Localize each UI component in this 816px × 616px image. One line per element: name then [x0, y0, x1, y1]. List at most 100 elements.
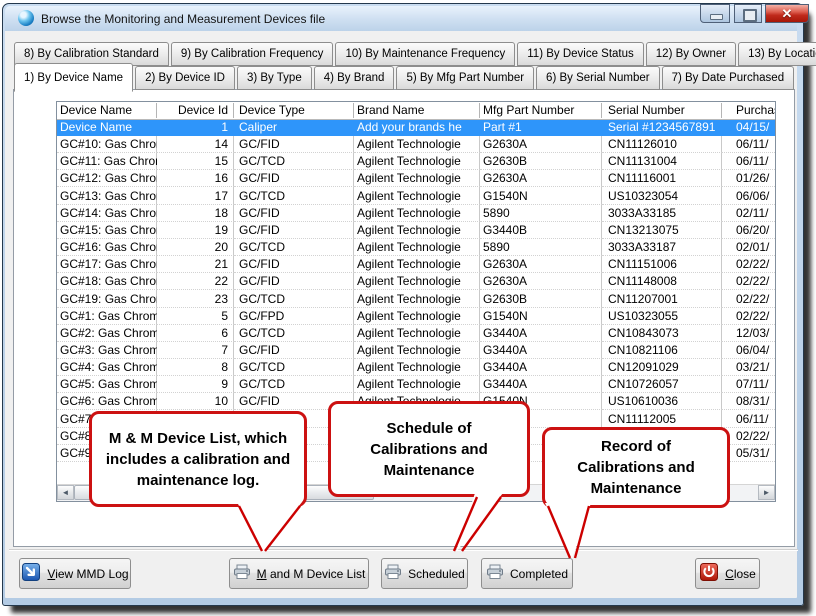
tab-6-by-serial-number[interactable]: 6) By Serial Number [536, 66, 660, 90]
table-cell: GC#2: Gas Chromat [57, 325, 157, 342]
tab-9-by-calibration-frequency[interactable]: 9) By Calibration Frequency [171, 42, 334, 66]
maximize-button[interactable] [734, 4, 762, 23]
tab-1-by-device-name[interactable]: 1) By Device Name [14, 63, 133, 92]
column-header[interactable]: Purchased [722, 102, 776, 119]
table-cell: 16 [157, 170, 234, 187]
table-cell: Agilent Technologie [354, 153, 480, 170]
view-mmd-log-button[interactable]: View MMD Log [19, 558, 131, 589]
table-cell: G3440A [480, 342, 602, 359]
table-cell: CN11148008 [602, 273, 722, 290]
table-cell: Part #1 [480, 119, 602, 136]
table-row[interactable]: GC#5: Gas Chromat9GC/TCDAgilent Technolo… [57, 376, 776, 393]
table-cell: Agilent Technologie [354, 222, 480, 239]
power-icon [699, 562, 719, 585]
print-completed-button[interactable]: Completed [481, 558, 573, 589]
table-cell: Agilent Technologie [354, 205, 480, 222]
table-cell: GC#19: Gas Chroma [57, 291, 157, 308]
table-cell: GC#18: Gas Chroma [57, 273, 157, 290]
tab-3-by-type[interactable]: 3) By Type [237, 66, 312, 90]
table-cell: 18 [157, 205, 234, 222]
callout-device-list-text: M & M Device List, which includes a cali… [106, 428, 290, 491]
tab-12-by-owner[interactable]: 12) By Owner [646, 42, 736, 66]
minimize-button[interactable] [700, 4, 730, 23]
table-cell: 21 [157, 256, 234, 273]
table-cell: GC#17: Gas Chroma [57, 256, 157, 273]
close-button[interactable]: Close [695, 558, 760, 589]
tab-10-by-maintenance-frequency[interactable]: 10) By Maintenance Frequency [335, 42, 515, 66]
table-row[interactable]: GC#12: Gas Chroma16GC/FIDAgilent Technol… [57, 170, 776, 187]
table-cell: 22 [157, 273, 234, 290]
column-separator [479, 103, 480, 118]
table-cell: 02/01/ [722, 239, 776, 256]
table-row[interactable]: GC#4: Gas Chromat8GC/TCDAgilent Technolo… [57, 359, 776, 376]
table-cell: 10 [157, 393, 234, 410]
table-cell: CN12091029 [602, 359, 722, 376]
table-cell: 14 [157, 136, 234, 153]
table-cell: G3440A [480, 325, 602, 342]
table-cell: GC/TCD [234, 188, 354, 205]
close-icon: ✕ [766, 6, 808, 22]
print-mm-device-list-button[interactable]: M and M Device List [229, 558, 369, 589]
column-header[interactable]: Device Name [57, 102, 157, 119]
column-separator [353, 103, 354, 118]
table-row[interactable]: GC#2: Gas Chromat6GC/TCDAgilent Technolo… [57, 325, 776, 342]
scroll-right-button[interactable]: ► [758, 485, 775, 500]
table-row[interactable]: GC#15: Gas Chroma19GC/FIDAgilent Technol… [57, 222, 776, 239]
tab-7-by-date-purchased[interactable]: 7) By Date Purchased [662, 66, 795, 90]
table-cell: 3033A33187 [602, 239, 722, 256]
tab-5-by-mfg-part-number[interactable]: 5) By Mfg Part Number [396, 66, 534, 90]
tab-13-by-location[interactable]: 13) By Location [738, 42, 816, 66]
table-cell: GC/FID [234, 256, 354, 273]
table-cell: 06/11/ [722, 136, 776, 153]
table-row[interactable]: GC#16: Gas Chroma20GC/TCDAgilent Technol… [57, 239, 776, 256]
title-bar[interactable]: Browse the Monitoring and Measurement De… [5, 6, 797, 31]
table-cell: GC/TCD [234, 291, 354, 308]
table-row[interactable]: GC#13: Gas Chroma17GC/TCDAgilent Technol… [57, 188, 776, 205]
table-cell: G3440A [480, 376, 602, 393]
close-window-button[interactable]: ✕ [765, 4, 809, 23]
column-separator [721, 103, 722, 118]
table-row[interactable]: GC#1: Gas Chromat5GC/FPDAgilent Technolo… [57, 308, 776, 325]
table-cell: G2630A [480, 136, 602, 153]
table-row[interactable]: GC#18: Gas Chroma22GC/FIDAgilent Technol… [57, 273, 776, 290]
print-scheduled-button[interactable]: Scheduled [381, 558, 468, 589]
table-cell: 02/22/ [722, 308, 776, 325]
table-cell: G3440A [480, 359, 602, 376]
callout-device-list: M & M Device List, which includes a cali… [89, 411, 307, 507]
bottom-divider [9, 549, 798, 551]
table-cell: G2630B [480, 291, 602, 308]
tab-2-by-device-id[interactable]: 2) By Device ID [135, 66, 235, 90]
tab-11-by-device-status[interactable]: 11) By Device Status [517, 42, 644, 66]
column-header[interactable]: Serial Number [602, 102, 722, 119]
table-cell: CN11207001 [602, 291, 722, 308]
column-header[interactable]: Device Type [234, 102, 354, 119]
tab-row-upper: 8) By Calibration Standard9) By Calibrat… [14, 42, 816, 66]
table-row[interactable]: GC#17: Gas Chroma21GC/FIDAgilent Technol… [57, 256, 776, 273]
scroll-left-button[interactable]: ◄ [57, 485, 74, 500]
table-cell: 06/04/ [722, 342, 776, 359]
table-cell: GC#4: Gas Chromat [57, 359, 157, 376]
table-cell: GC#11: Gas Chroma [57, 153, 157, 170]
table-row[interactable]: GC#14: Gas Chroma18GC/FIDAgilent Technol… [57, 205, 776, 222]
table-cell: 23 [157, 291, 234, 308]
app-icon [18, 10, 34, 26]
table-cell: G2630A [480, 273, 602, 290]
column-header[interactable]: Mfg Part Number [480, 102, 602, 119]
table-cell: Agilent Technologie [354, 291, 480, 308]
table-row[interactable]: GC#19: Gas Chroma23GC/TCDAgilent Technol… [57, 291, 776, 308]
column-header[interactable]: Device Id [157, 102, 234, 119]
table-cell: CN11131004 [602, 153, 722, 170]
table-row[interactable]: GC#10: Gas Chroma14GC/FIDAgilent Technol… [57, 136, 776, 153]
table-row[interactable]: GC#11: Gas Chroma15GC/TCDAgilent Technol… [57, 153, 776, 170]
printer-icon [233, 564, 251, 583]
table-cell: 6 [157, 325, 234, 342]
column-header[interactable]: Brand Name [354, 102, 480, 119]
log-arrow-icon [21, 562, 41, 585]
table-cell: 06/20/ [722, 222, 776, 239]
tab-4-by-brand[interactable]: 4) By Brand [314, 66, 395, 90]
table-header: Device NameDevice IdDevice TypeBrand Nam… [57, 102, 776, 120]
table-row[interactable]: GC#3: Gas Chromat7GC/FIDAgilent Technolo… [57, 342, 776, 359]
table-cell: GC/TCD [234, 239, 354, 256]
table-cell: GC/TCD [234, 325, 354, 342]
table-row[interactable]: Device Name1CaliperAdd your brands hePar… [57, 119, 776, 136]
